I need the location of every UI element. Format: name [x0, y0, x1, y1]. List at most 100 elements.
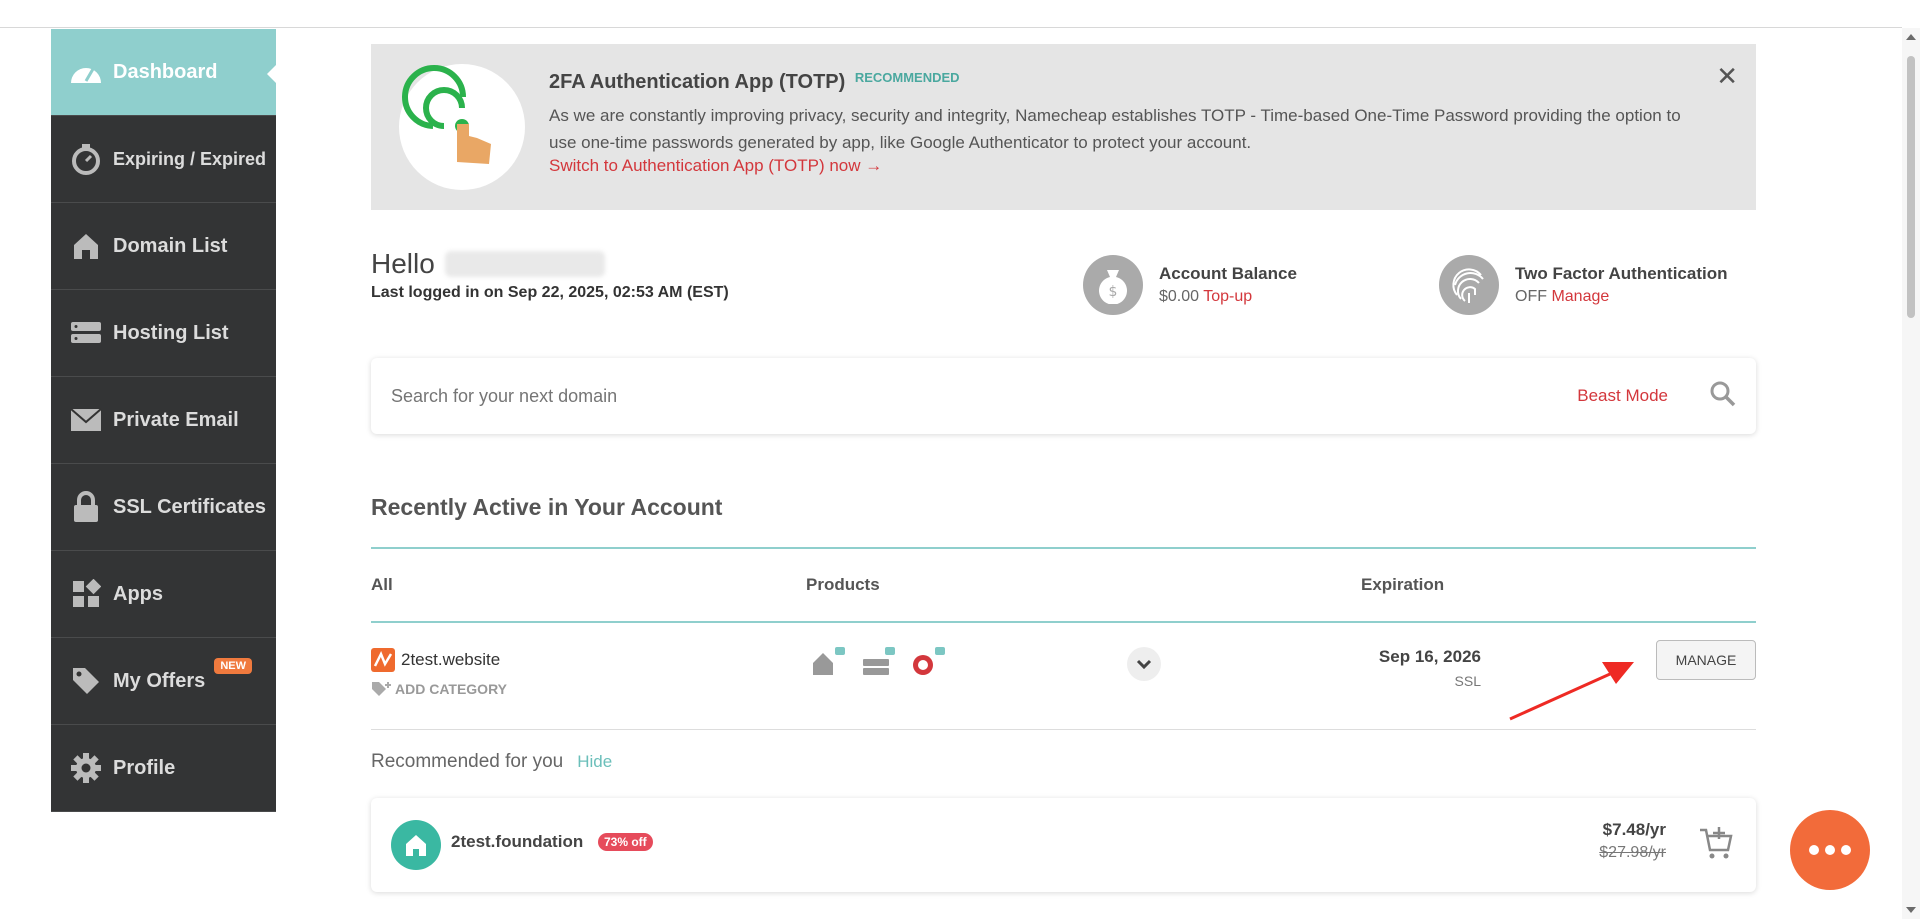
- sidebar-item-dashboard[interactable]: Dashboard: [51, 29, 276, 116]
- blurred-username: [444, 251, 605, 277]
- greeting-hello-text: Hello: [371, 248, 435, 279]
- product-icons: [811, 645, 947, 684]
- totp-illustration: [399, 64, 525, 190]
- greeting-title: Hello: [371, 248, 729, 280]
- house-icon: [69, 229, 103, 263]
- two-factor-status: Two Factor Authentication OFF Manage: [1439, 255, 1728, 315]
- twofa-label: Two Factor Authentication: [1515, 264, 1728, 283]
- sidebar-item-ssl-certificates[interactable]: SSL Certificates: [51, 464, 276, 551]
- balance-value-row: $0.00 Top-up: [1159, 288, 1297, 306]
- apps-grid-icon: [69, 577, 103, 611]
- recommended-tag: RECOMMENDED: [854, 70, 960, 85]
- last-login-text: Last logged in on Sep 22, 2025, 02:53 AM…: [371, 284, 729, 301]
- expiration-date: Sep 16, 2026: [1378, 647, 1481, 666]
- discount-badge: 73% off: [598, 833, 653, 851]
- fingerprint-icon: [1439, 255, 1499, 315]
- domain-product-icon[interactable]: [811, 645, 847, 684]
- totp-banner: 2FA Authentication App (TOTP) RECOMMENDE…: [371, 44, 1756, 210]
- column-products: Products: [806, 575, 880, 594]
- recommended-domain[interactable]: 2test.foundation: [451, 832, 583, 852]
- svg-text:$: $: [1109, 284, 1118, 300]
- original-price: $27.98/yr: [1599, 844, 1666, 861]
- expiration-cell: Sep 16, 2026 SSL: [1361, 647, 1481, 689]
- current-price: $7.48/yr: [1602, 820, 1666, 839]
- add-category-label: ADD CATEGORY: [395, 681, 507, 697]
- scrollbar[interactable]: [1902, 28, 1920, 919]
- domain-cell: 2test.website: [371, 648, 500, 672]
- add-tag-icon: [372, 682, 391, 696]
- balance-label: Account Balance: [1159, 264, 1297, 283]
- sidebar-item-hosting-list[interactable]: Hosting List: [51, 290, 276, 377]
- manage-button[interactable]: MANAGE: [1656, 640, 1756, 680]
- banner-text: 2FA Authentication App (TOTP) RECOMMENDE…: [549, 70, 1699, 210]
- sidebar: Dashboard Expiring / Expired Domain List…: [51, 29, 276, 812]
- chevron-down-icon[interactable]: [1127, 647, 1161, 681]
- domain-favicon-icon: [371, 648, 395, 672]
- recommended-title: Recommended for you: [371, 751, 564, 772]
- search-icon[interactable]: [1710, 381, 1736, 411]
- balance-value: $0.00: [1159, 288, 1200, 305]
- gear-icon: [69, 751, 103, 785]
- add-category-button[interactable]: ADD CATEGORY: [371, 681, 507, 697]
- sidebar-item-label: Private Email: [113, 408, 239, 431]
- stopwatch-icon: [69, 142, 103, 176]
- top-up-link[interactable]: Top-up: [1203, 288, 1252, 305]
- banner-title-text: 2FA Authentication App (TOTP): [549, 71, 846, 93]
- beast-mode-link[interactable]: Beast Mode: [1577, 386, 1668, 406]
- sidebar-item-label: Hosting List: [113, 321, 229, 344]
- chat-dot: [1809, 845, 1819, 855]
- lock-icon: [69, 490, 103, 524]
- ssl-product-icon[interactable]: [911, 645, 947, 684]
- sidebar-item-label: Dashboard: [113, 60, 218, 83]
- banner-description: As we are constantly improving privacy, …: [549, 106, 1681, 152]
- twofa-value: OFF: [1515, 288, 1547, 305]
- sidebar-item-label: Apps: [113, 582, 163, 605]
- domain-name-link[interactable]: 2test.website: [401, 650, 500, 670]
- tag-icon: [69, 664, 103, 698]
- sidebar-item-domain-list[interactable]: Domain List: [51, 203, 276, 290]
- recent-table-header: All Products Expiration: [371, 549, 1756, 623]
- sidebar-item-expiring[interactable]: Expiring / Expired: [51, 116, 276, 203]
- sidebar-item-my-offers[interactable]: My Offers NEW: [51, 638, 276, 725]
- dashboard-gauge-icon: [69, 55, 103, 89]
- close-icon[interactable]: ✕: [1716, 62, 1738, 92]
- scroll-down-arrow-icon[interactable]: [1906, 907, 1916, 913]
- sidebar-item-apps[interactable]: Apps: [51, 551, 276, 638]
- chat-bubble-button[interactable]: [1790, 810, 1870, 890]
- sidebar-item-label: SSL Certificates: [113, 495, 267, 518]
- domain-search: Beast Mode: [371, 358, 1756, 434]
- sidebar-item-profile[interactable]: Profile: [51, 725, 276, 812]
- top-bar: [0, 0, 1902, 28]
- red-arrow-annotation: [1509, 662, 1634, 721]
- recommended-header: Recommended for you Hide: [371, 751, 612, 773]
- column-expiration: Expiration: [1361, 575, 1445, 594]
- envelope-icon: [69, 403, 103, 437]
- scroll-up-arrow-icon[interactable]: [1906, 34, 1916, 40]
- twofa-value-row: OFF Manage: [1515, 288, 1728, 306]
- house-icon: [391, 820, 441, 870]
- server-icon: [69, 316, 103, 350]
- scrollbar-thumb[interactable]: [1907, 56, 1915, 318]
- tap-hand-icon: [402, 65, 491, 164]
- banner-title: 2FA Authentication App (TOTP) RECOMMENDE…: [549, 70, 1699, 94]
- hosting-product-icon[interactable]: [861, 645, 897, 684]
- column-all[interactable]: All: [371, 575, 393, 595]
- product-type: SSL: [1454, 673, 1481, 689]
- money-bag-icon: $: [1083, 255, 1143, 315]
- manage-2fa-link[interactable]: Manage: [1551, 288, 1609, 305]
- recent-activity-title: Recently Active in Your Account: [371, 494, 1756, 549]
- hide-recommended-link[interactable]: Hide: [577, 752, 612, 771]
- account-balance: $ Account Balance $0.00 Top-up: [1083, 255, 1297, 315]
- greeting: Hello Last logged in on Sep 22, 2025, 02…: [371, 248, 729, 302]
- sidebar-item-label: Domain List: [113, 234, 228, 257]
- account-summary: Hello Last logged in on Sep 22, 2025, 02…: [371, 210, 1756, 358]
- domain-search-input[interactable]: [391, 385, 1578, 407]
- main-content: 2FA Authentication App (TOTP) RECOMMENDE…: [371, 44, 1756, 892]
- sidebar-item-label: My Offers: [113, 669, 206, 692]
- sidebar-item-private-email[interactable]: Private Email: [51, 377, 276, 464]
- chat-dot: [1841, 845, 1851, 855]
- price-block: $7.48/yr $27.98/yr: [1599, 820, 1666, 862]
- switch-to-totp-link[interactable]: Switch to Authentication App (TOTP) now …: [549, 156, 1699, 176]
- table-row: 2test.website ADD CATEGORY Sep 16, 2026 …: [371, 623, 1756, 730]
- add-to-cart-icon[interactable]: [1698, 826, 1734, 865]
